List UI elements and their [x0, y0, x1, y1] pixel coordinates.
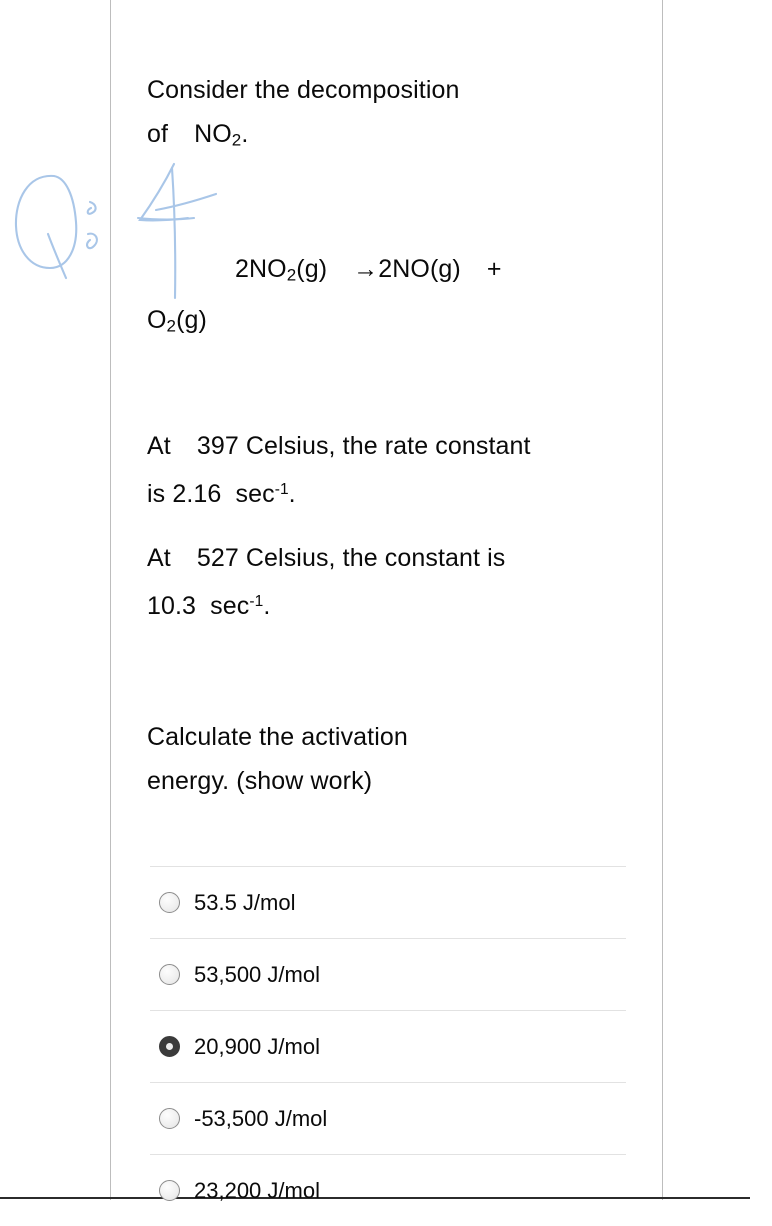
radio-button[interactable]	[159, 1108, 180, 1129]
condition-two: At 527 Celsius, the constant is 10.3 sec-…	[147, 536, 627, 628]
radio-button[interactable]	[159, 892, 180, 913]
question-prompt-line-1: Calculate the activation	[147, 723, 408, 751]
answer-option-row[interactable]: 53.5 J/mol	[150, 866, 626, 938]
condition-one-lead: At	[147, 432, 171, 460]
answer-option-label: 53,500 J/mol	[194, 961, 320, 987]
condition-one-value-unit: sec	[235, 480, 275, 509]
condition-two-lead: At	[147, 544, 171, 572]
radio-button-selected[interactable]	[159, 1036, 180, 1057]
equation-reactant-subscript: 2	[286, 265, 297, 285]
chemical-equation: 2NO2(g) →2NO(g) + O2(g)	[147, 247, 617, 348]
answer-option-row[interactable]: 53,500 J/mol	[150, 938, 626, 1010]
page-left-border	[110, 0, 111, 1200]
intro-line-2-suffix: .	[241, 120, 249, 148]
condition-two-value-unit: sec	[210, 592, 250, 621]
equation-product2-state: (g)	[176, 305, 207, 334]
question-prompt-line-2: energy. (show work)	[147, 767, 373, 795]
equation-plus-sign: +	[486, 255, 502, 283]
radio-button[interactable]	[159, 1180, 180, 1201]
answer-option-label: 53.5 J/mol	[194, 889, 296, 915]
intro-line-2-prefix: of	[147, 120, 169, 148]
condition-two-unit: Celsius, the constant is	[245, 544, 506, 572]
condition-two-temperature: 527	[196, 544, 239, 572]
answer-option-row[interactable]: -53,500 J/mol	[150, 1082, 626, 1154]
condition-one-value-lead: is	[147, 480, 166, 509]
intro-line-1: Consider the decomposition	[147, 76, 460, 104]
answer-options-list: 53.5 J/mol 53,500 J/mol 20,900 J/mol -53,50…	[150, 866, 626, 1226]
condition-one-temperature: 397	[196, 432, 239, 460]
question-prompt: Calculate the activation energy. (show w…	[147, 715, 547, 803]
equation-product2: O	[147, 305, 167, 334]
radio-button[interactable]	[159, 964, 180, 985]
condition-two-exponent: -1	[249, 593, 264, 610]
handwritten-q-annotation	[14, 174, 98, 280]
intro-formula: NO	[194, 120, 232, 148]
condition-two-period: .	[263, 592, 271, 621]
condition-two-value: 10.3	[147, 592, 197, 621]
condition-one-exponent: -1	[274, 481, 289, 498]
condition-one-unit: Celsius, the rate constant	[245, 432, 531, 460]
condition-one-period: .	[288, 480, 296, 509]
equation-reactant-state: (g)	[296, 255, 328, 283]
answer-option-label: 20,900 J/mol	[194, 1033, 320, 1059]
equation-reactant: 2NO	[235, 255, 287, 283]
equation-product: 2NO	[378, 255, 430, 283]
condition-one-value: 2.16	[172, 480, 222, 509]
equation-product-state: (g)	[429, 255, 461, 283]
problem-intro: Consider the decomposition of NO2.	[147, 68, 587, 163]
equation-product2-subscript: 2	[166, 316, 177, 336]
condition-one: At 397 Celsius, the rate constant is 2.16…	[147, 424, 627, 516]
vertical-scrollbar-track[interactable]	[750, 0, 772, 1200]
page-right-border	[662, 0, 663, 1200]
answer-option-row[interactable]: 20,900 J/mol	[150, 1010, 626, 1082]
intro-formula-subscript: 2	[231, 130, 242, 150]
answer-option-row[interactable]: 23,200 J/mol	[150, 1154, 626, 1226]
equation-arrow-icon: →	[353, 255, 379, 283]
answer-option-label: -53,500 J/mol	[194, 1105, 328, 1131]
